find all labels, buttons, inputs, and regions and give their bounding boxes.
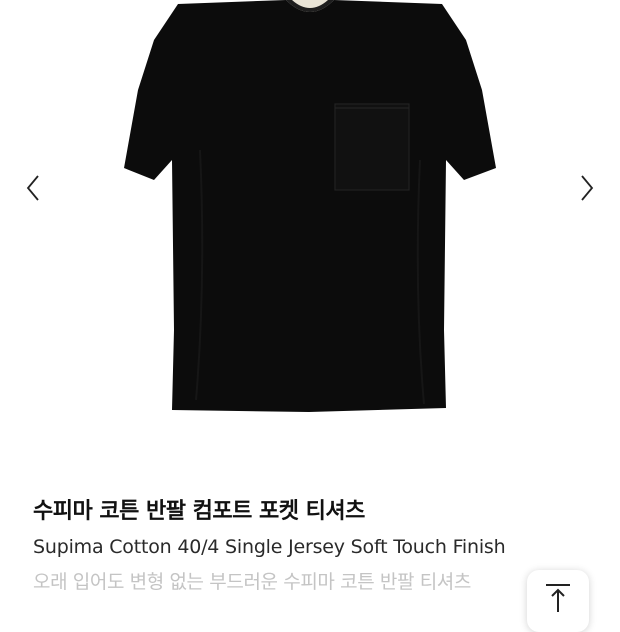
chevron-left-icon — [26, 175, 39, 201]
arrow-up-to-top-icon — [546, 584, 570, 612]
next-image-button[interactable] — [572, 168, 602, 208]
product-description: 오래 입어도 변형 없는 부드러운 수피마 코튼 반팔 티셔츠 — [33, 571, 471, 593]
chevron-right-icon — [581, 175, 594, 201]
product-image-gallery[interactable] — [0, 0, 620, 470]
prev-image-button[interactable] — [18, 168, 48, 208]
product-subtitle: Supima Cotton 40/4 Single Jersey Soft To… — [33, 536, 506, 558]
scroll-to-top-button[interactable] — [527, 570, 589, 632]
product-info: 수피마 코튼 반팔 컴포트 포켓 티셔츠 Supima Cotton 40/4 … — [33, 495, 593, 599]
product-image — [124, 0, 496, 412]
product-title: 수피마 코튼 반팔 컴포트 포켓 티셔츠 — [33, 499, 365, 524]
